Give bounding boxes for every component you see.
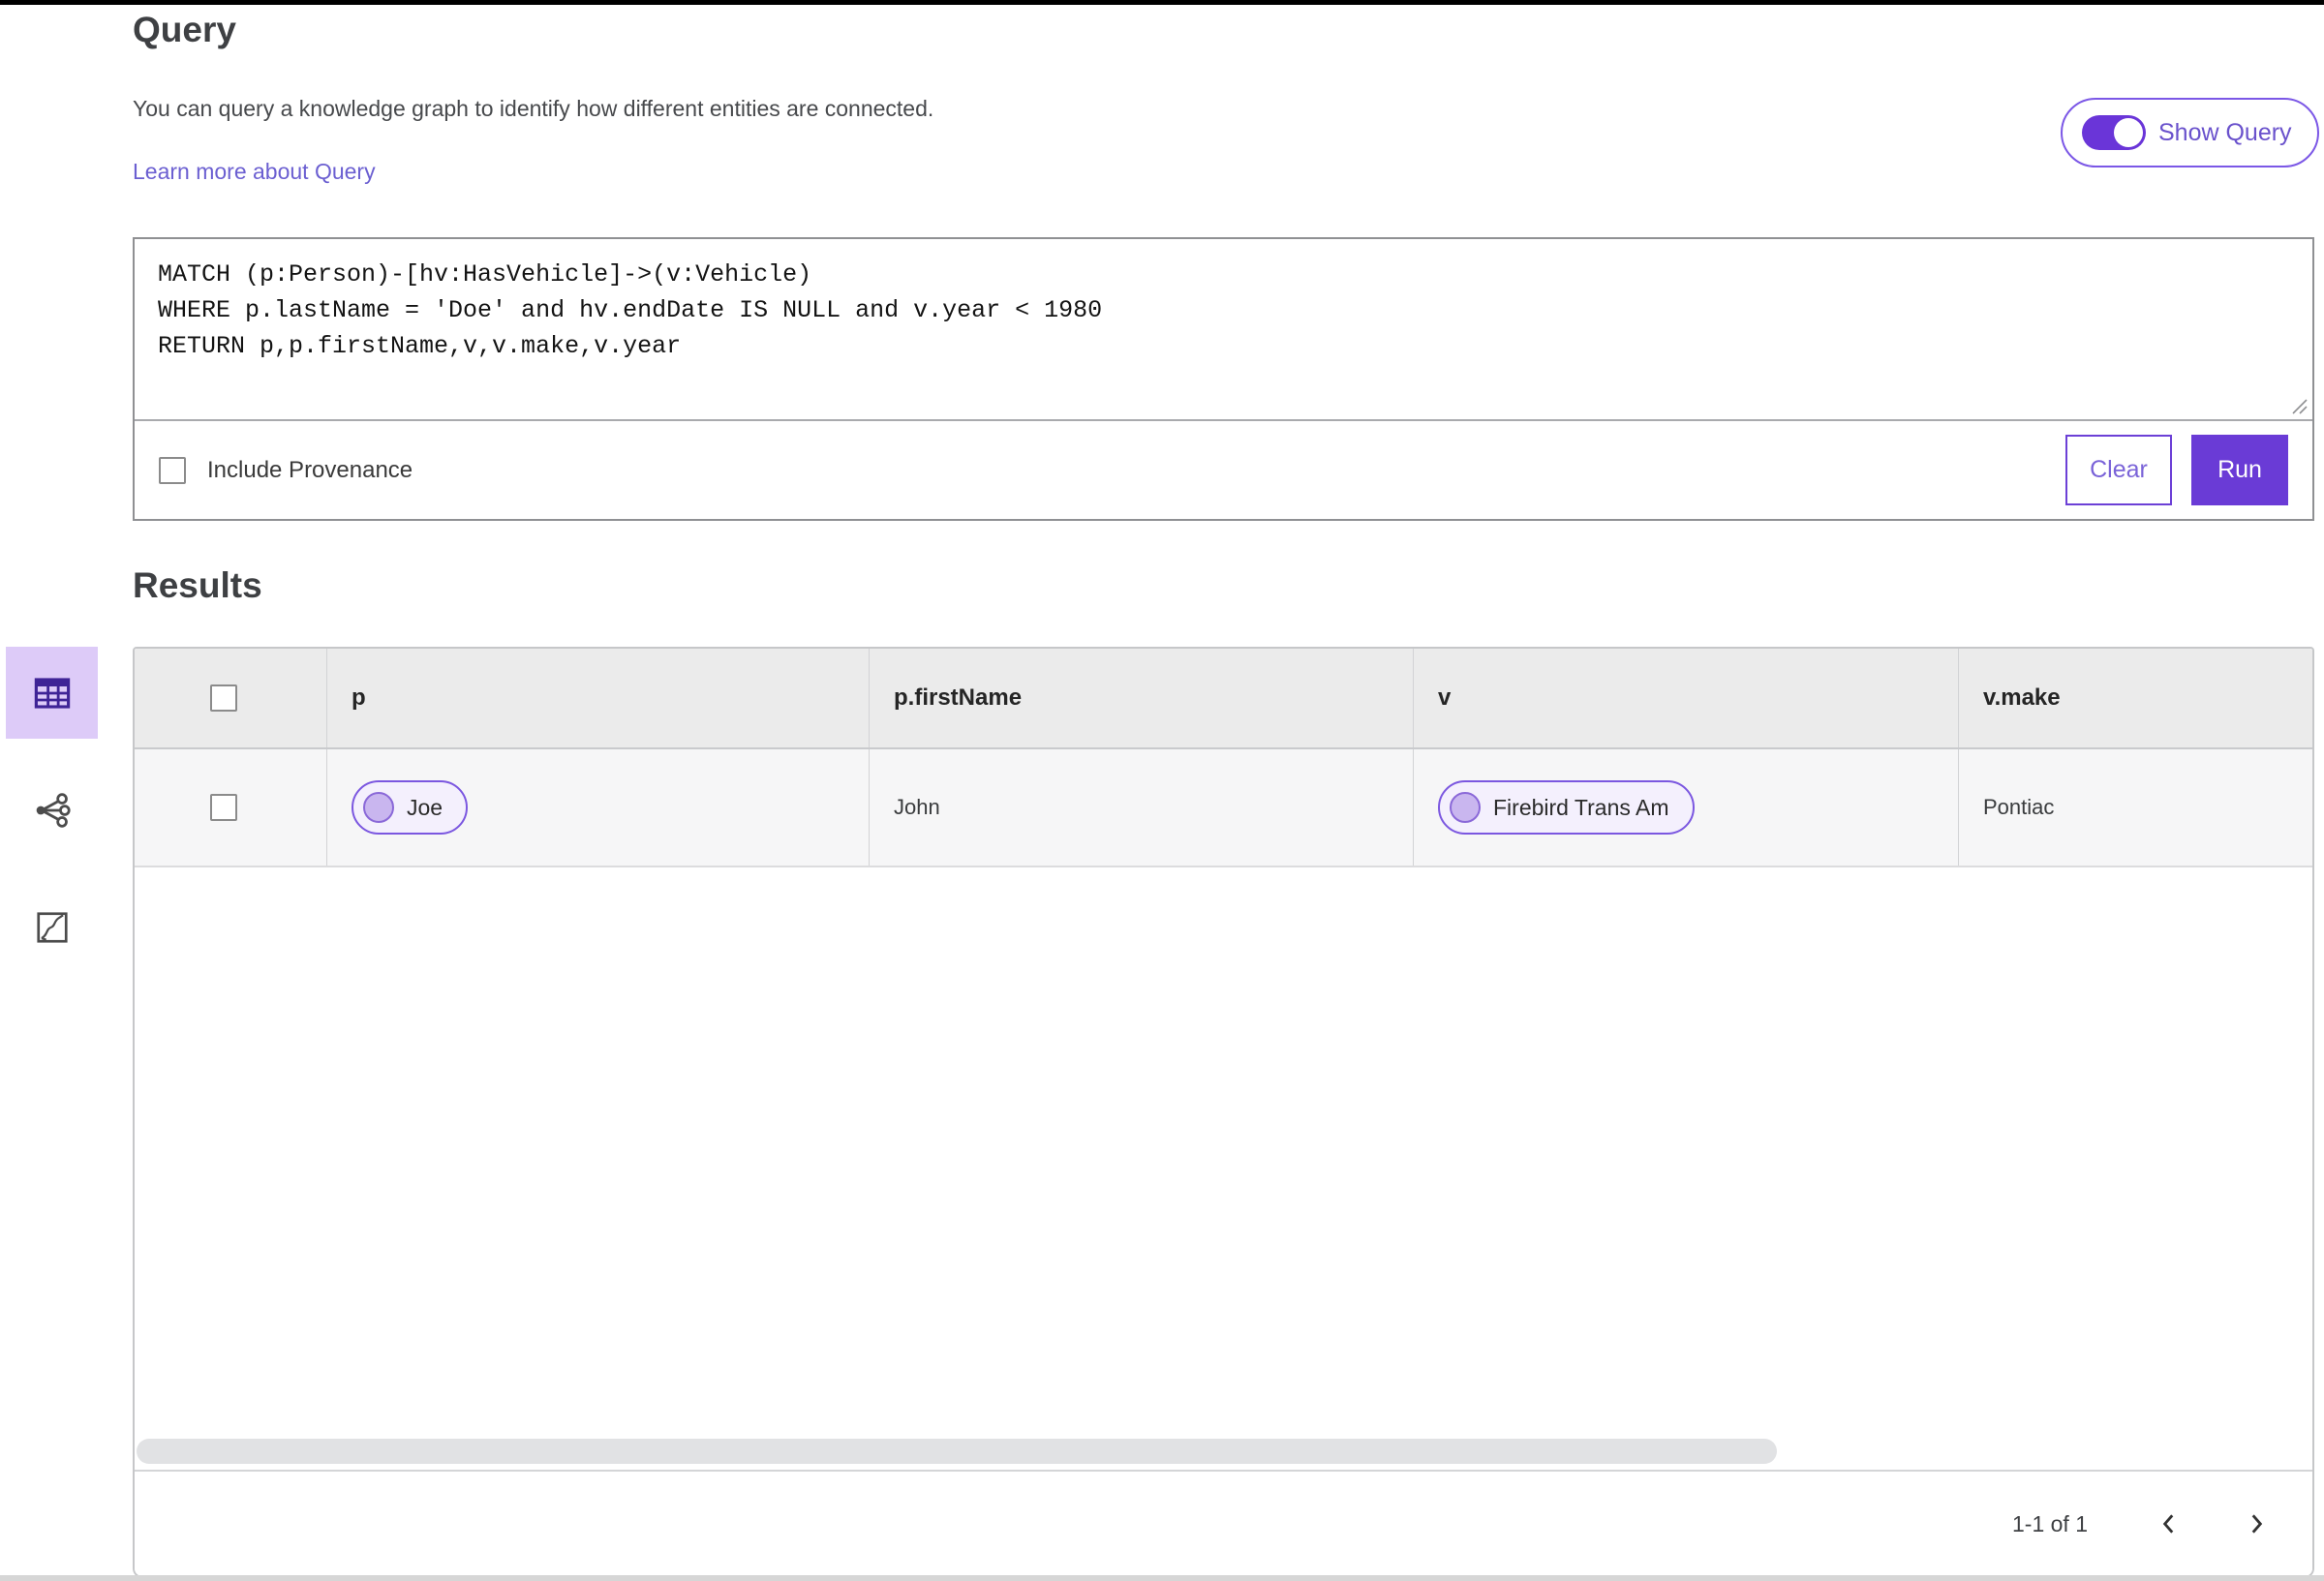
toggle-on-icon[interactable] (2082, 115, 2146, 150)
row-cell-p: Joe (326, 749, 869, 866)
horizontal-scrollbar (135, 1435, 2312, 1472)
row-checkbox-cell (135, 749, 326, 866)
header-cell-v-make[interactable]: v.make (1958, 649, 2312, 747)
show-query-toggle[interactable]: Show Query (2061, 98, 2319, 167)
row-cell-v: Firebird Trans Am (1413, 749, 1958, 866)
row-checkbox[interactable] (210, 794, 237, 821)
learn-more-link[interactable]: Learn more about Query (133, 159, 376, 185)
results-title: Results (133, 565, 262, 605)
cell-value: John (894, 795, 940, 819)
results-table: p p.firstName v v.make Joe John Firebird… (133, 647, 2314, 1578)
include-provenance-checkbox[interactable] (159, 456, 186, 484)
query-panel: MATCH (p:Person)-[hv:HasVehicle]->(v:Veh… (133, 237, 2314, 521)
header-checkbox-cell (135, 649, 326, 747)
cell-value: Pontiac (1983, 795, 2055, 819)
column-label: v.make (1983, 684, 2061, 711)
header-cell-v[interactable]: v (1413, 649, 1958, 747)
vehicle-entity-chip[interactable]: Firebird Trans Am (1438, 780, 1695, 835)
table-row[interactable]: Joe John Firebird Trans Am Pontiac (135, 749, 2312, 867)
query-input[interactable]: MATCH (p:Person)-[hv:HasVehicle]->(v:Veh… (135, 239, 2312, 421)
show-query-label: Show Query (2158, 118, 2292, 146)
previous-page-button[interactable] (2148, 1503, 2190, 1545)
table-view-button[interactable] (6, 647, 98, 739)
header-cell-p[interactable]: p (326, 649, 869, 747)
toggle-knob (2114, 118, 2143, 147)
entity-node-icon (1450, 792, 1481, 823)
row-cell-p-firstname: John (869, 749, 1413, 866)
table-empty-area (135, 867, 2312, 1435)
select-all-checkbox[interactable] (210, 684, 237, 712)
run-button[interactable]: Run (2191, 435, 2288, 505)
chevron-right-icon (2251, 1514, 2263, 1534)
map-icon (36, 911, 68, 943)
network-icon (36, 792, 71, 828)
include-provenance-label[interactable]: Include Provenance (207, 457, 413, 484)
column-label: p (352, 684, 366, 711)
entity-node-icon (363, 792, 394, 823)
table-icon (34, 677, 70, 709)
person-entity-chip[interactable]: Joe (352, 780, 469, 835)
results-view-rail (6, 647, 98, 973)
column-label: p.firstName (894, 684, 1023, 711)
query-panel-footer: Include Provenance Clear Run (135, 421, 2312, 519)
entity-chip-label: Joe (407, 794, 443, 820)
network-view-button[interactable] (6, 764, 98, 856)
pagination-range-label: 1-1 of 1 (2012, 1510, 2088, 1536)
row-cell-v-make: Pontiac (1958, 749, 2312, 866)
entity-chip-label: Firebird Trans Am (1493, 794, 1669, 820)
header-cell-p-firstname[interactable]: p.firstName (869, 649, 1413, 747)
page-description: You can query a knowledge graph to ident… (133, 96, 934, 121)
page-bottom-scrollbar[interactable] (0, 1575, 2324, 1581)
next-page-button[interactable] (2235, 1503, 2278, 1545)
column-label: v (1438, 684, 1452, 711)
table-header-row: p p.firstName v v.make (135, 649, 2312, 749)
clear-button[interactable]: Clear (2065, 435, 2172, 505)
window-top-edge (0, 0, 2324, 5)
chevron-left-icon (2162, 1514, 2174, 1534)
table-pagination-footer: 1-1 of 1 (135, 1472, 2312, 1576)
horizontal-scrollbar-thumb[interactable] (137, 1439, 1777, 1464)
map-view-button[interactable] (6, 881, 98, 973)
page-title: Query (133, 10, 236, 49)
